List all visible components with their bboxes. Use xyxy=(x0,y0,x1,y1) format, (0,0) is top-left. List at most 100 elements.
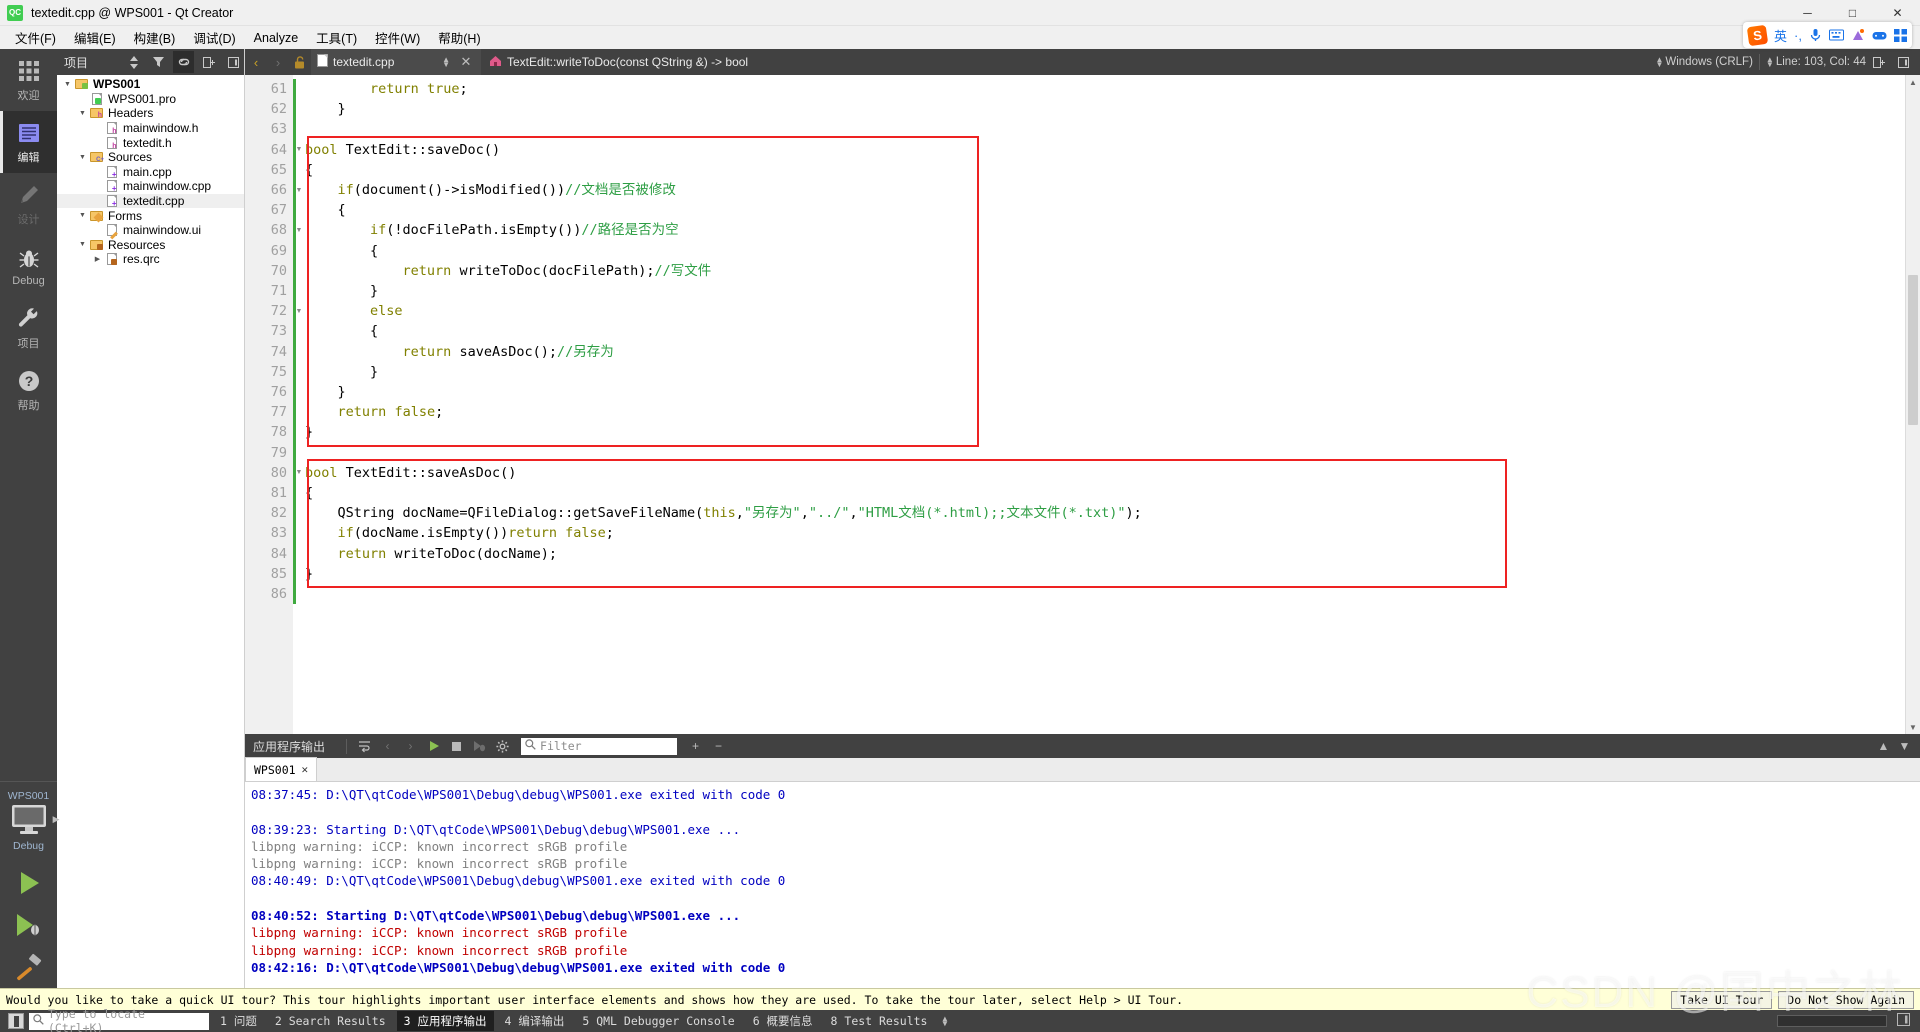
output-filter-input[interactable]: Filter xyxy=(521,737,678,755)
editor-vertical-scrollbar[interactable]: ▲ ▼ xyxy=(1905,75,1920,734)
rerun-icon[interactable] xyxy=(423,734,444,758)
kit-selector[interactable]: WPS001 ▶ Debug xyxy=(0,781,60,862)
fold-toggle-icon[interactable]: ▼ xyxy=(295,140,303,160)
take-ui-tour-button[interactable]: Take UI Tour xyxy=(1671,990,1773,1009)
scroll-up-arrow[interactable]: ▲ xyxy=(1906,75,1920,89)
mode-edit[interactable]: 编辑 xyxy=(0,111,57,173)
build-button[interactable] xyxy=(0,946,57,988)
tree-expand-arrow[interactable]: ▼ xyxy=(76,212,89,219)
tree-item-mainwindow-h[interactable]: mainwindow.h xyxy=(57,121,244,136)
tree-expand-arrow[interactable]: ▼ xyxy=(76,154,89,161)
project-tree-list[interactable]: ▼WPS001WPS001.pro▼Headersmainwindow.h tex… xyxy=(57,75,244,988)
tree-expand-arrow[interactable]: ▼ xyxy=(76,241,89,248)
status-tab-search-results[interactable]: 2 Search Results xyxy=(268,1012,393,1030)
split-icon[interactable] xyxy=(1868,49,1890,75)
tree-item-textedit-cpp[interactable]: textedit.cpp xyxy=(57,193,244,209)
filter-icon[interactable] xyxy=(148,51,169,73)
attach-debugger-icon[interactable] xyxy=(469,734,490,758)
fold-toggle-icon[interactable]: ▼ xyxy=(295,220,303,240)
locator-input[interactable]: Type to locate (Ctrl+K) xyxy=(29,1007,209,1032)
line-ending-dropdown-icon[interactable]: ▲ ▼ xyxy=(1655,56,1663,69)
code-text[interactable]: return true; } bool TextEdit::saveDoc(){… xyxy=(305,75,1920,734)
prev-item-icon[interactable]: ‹ xyxy=(377,734,398,758)
scroll-thumb[interactable] xyxy=(1908,275,1918,425)
maximize-output-icon[interactable]: ▲ xyxy=(1873,734,1894,758)
unlocked-icon[interactable] xyxy=(289,49,311,75)
scroll-down-arrow[interactable]: ▼ xyxy=(1906,720,1920,734)
ime-keyboard-icon[interactable] xyxy=(1829,29,1844,41)
run-button[interactable] xyxy=(0,862,57,904)
code-editor[interactable]: 61 62 63 64 65 66 67 68 69 70 71 72 73 74 75 76 77 78 79 80… xyxy=(245,75,1920,734)
status-tab-test-results[interactable]: 8 Test Results xyxy=(824,1012,935,1030)
ime-palette-icon[interactable] xyxy=(1851,28,1865,42)
open-file-chip[interactable]: textedit.cpp ▲ ▼ ✕ xyxy=(311,49,481,75)
word-wrap-icon[interactable] xyxy=(354,734,375,758)
tree-item-headers[interactable]: ▼ Headers xyxy=(57,106,244,121)
nav-back-icon[interactable]: ‹ xyxy=(245,49,267,75)
output-settings-icon[interactable] xyxy=(492,734,513,758)
split-close-icon[interactable] xyxy=(1892,49,1914,75)
ime-game-icon[interactable] xyxy=(1872,30,1887,41)
status-tab-qml-debugger-console[interactable]: 5 QML Debugger Console xyxy=(575,1012,741,1030)
split-add-icon[interactable] xyxy=(198,51,219,73)
tree-item-mainwindow-ui[interactable]: mainwindow.ui xyxy=(57,223,244,238)
menu-file[interactable]: 文件(F) xyxy=(6,25,65,50)
menu-tools[interactable]: 工具(T) xyxy=(307,25,366,50)
sort-icon[interactable] xyxy=(123,51,144,73)
file-dropdown-icon[interactable]: ▲ ▼ xyxy=(442,56,450,69)
output-log[interactable]: 08:37:45: D:\QT\qtCode\WPS001\Debug\debu… xyxy=(245,782,1920,988)
mode-design[interactable]: 设计 xyxy=(0,173,57,235)
menu-help[interactable]: 帮助(H) xyxy=(429,25,489,50)
line-ending-label[interactable]: Windows (CRLF) xyxy=(1665,56,1753,68)
menu-analyze[interactable]: Analyze xyxy=(245,28,307,48)
tree-item-wps001[interactable]: ▼ WPS001 xyxy=(57,77,244,92)
mode-welcome[interactable]: 欢迎 xyxy=(0,49,57,111)
ime-punctuation-icon[interactable]: ·, xyxy=(1794,28,1802,43)
status-toggle-icon[interactable] xyxy=(1897,1013,1910,1029)
sogou-logo-icon[interactable]: S xyxy=(1746,24,1769,46)
menu-debug[interactable]: 调试(D) xyxy=(184,25,244,50)
ime-mic-icon[interactable] xyxy=(1809,28,1822,42)
ime-apps-icon[interactable] xyxy=(1894,28,1907,42)
tree-item-res-qrc[interactable]: ▶ res.qrc xyxy=(57,252,244,267)
menu-window[interactable]: 控件(W) xyxy=(366,25,429,50)
output-tab-close-icon[interactable]: ✕ xyxy=(302,763,309,776)
tree-item-wps001-pro[interactable]: WPS001.pro xyxy=(57,92,244,107)
fold-toggle-icon[interactable]: ▼ xyxy=(295,463,303,483)
close-output-icon[interactable]: ▼ xyxy=(1894,734,1915,758)
tree-item-resources[interactable]: ▼ Resources xyxy=(57,238,244,253)
output-tab-wps001[interactable]: WPS001 ✕ xyxy=(245,757,318,781)
status-tab--[interactable]: 3 应用程序输出 xyxy=(396,1011,494,1031)
decrease-font-button[interactable]: − xyxy=(708,734,729,758)
next-item-icon[interactable]: › xyxy=(400,734,421,758)
tree-item-mainwindow-cpp[interactable]: mainwindow.cpp xyxy=(57,179,244,194)
mode-projects[interactable]: 项目 xyxy=(0,297,57,359)
debug-button[interactable] xyxy=(0,904,57,946)
link-with-editor-icon[interactable] xyxy=(173,51,194,73)
status-tab--[interactable]: 4 编译输出 xyxy=(498,1011,572,1031)
tree-item-forms[interactable]: ▼ Forms xyxy=(57,208,244,223)
fold-toggle-icon[interactable]: ▼ xyxy=(295,180,303,200)
symbol-selector[interactable]: TextEdit::writeToDoc(const QString &) ->… xyxy=(481,54,756,70)
status-tab--[interactable]: 6 概要信息 xyxy=(746,1011,820,1031)
tree-expand-arrow[interactable]: ▼ xyxy=(76,110,89,117)
menu-edit[interactable]: 编辑(E) xyxy=(65,25,125,50)
status-tab--[interactable]: 1 问题 xyxy=(213,1011,264,1031)
close-file-icon[interactable]: ✕ xyxy=(455,49,477,75)
tree-item-sources[interactable]: ▼ Sources xyxy=(57,150,244,165)
fold-toggle-icon[interactable]: ▼ xyxy=(295,301,303,321)
output-tabs-more-icon[interactable]: ▲ ▼ xyxy=(942,1015,947,1028)
kit-expand-arrow[interactable]: ▶ xyxy=(53,814,60,825)
encoding-dropdown-icon[interactable]: ▲ ▼ xyxy=(1766,56,1774,69)
mode-debug[interactable]: Debug xyxy=(0,235,57,297)
nav-forward-icon[interactable]: › xyxy=(267,49,289,75)
do-not-show-again-button[interactable]: Do Not Show Again xyxy=(1778,990,1914,1009)
output-pane-tabs[interactable]: 1 问题 2 Search Results 3 应用程序输出 4 编译输出 5 QML … xyxy=(209,1011,934,1031)
tree-item-main-cpp[interactable]: main.cpp xyxy=(57,165,244,180)
tree-expand-arrow[interactable]: ▼ xyxy=(61,81,74,88)
tree-expand-arrow[interactable]: ▶ xyxy=(91,255,104,263)
stop-icon[interactable] xyxy=(446,734,467,758)
ime-language-icon[interactable]: 英 xyxy=(1774,26,1787,45)
toggle-sidebar-button[interactable] xyxy=(8,1013,24,1029)
menu-build[interactable]: 构建(B) xyxy=(125,25,185,50)
